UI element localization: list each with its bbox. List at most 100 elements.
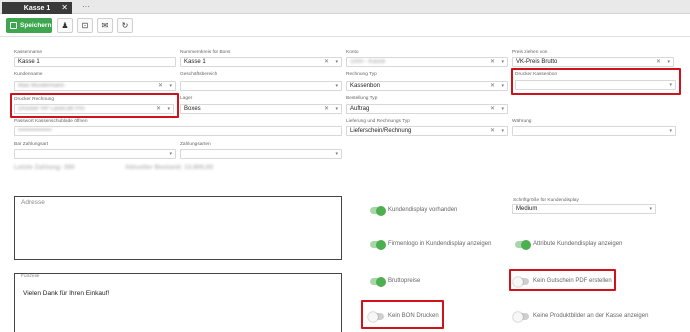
nummernkreis-select[interactable]: Kasse 1 ✕ ▾ [180, 57, 342, 67]
fusszeile-text: Vielen Dank für Ihren Einkauf! [23, 290, 110, 297]
clear-icon[interactable]: ✕ [324, 58, 329, 66]
toggle-knob [513, 311, 523, 322]
rechnung-typ-select[interactable]: Kassenbon ✕ ▾ [346, 81, 508, 91]
rechnung-typ-label: Rechnung Typ [346, 72, 377, 77]
lager-value: Boxes [184, 106, 201, 112]
highlight-drucker-kassenbon [511, 68, 681, 95]
zahlungsarten-select[interactable]: ▾ [180, 149, 342, 159]
rechnung-typ-value: Kassenbon [350, 83, 381, 89]
kassenname-input[interactable]: Kasse 1 [14, 57, 176, 67]
bruttopreise-toggle[interactable] [370, 276, 386, 287]
nummernkreis-value: Kasse 1 [184, 59, 206, 65]
kassenname-value: Kasse 1 [18, 59, 40, 65]
vk-preis-label: Preis ziehen von [512, 50, 548, 55]
kundenname-label: Kundenname [14, 72, 43, 77]
bestellung-typ-label: Bestellung Typ [346, 96, 378, 101]
highlight-bon [361, 300, 444, 329]
current-stock-text: Aktueller Bestand: 13.800,00 [125, 164, 214, 171]
chevron-down-icon[interactable]: ▾ [501, 82, 504, 90]
tab-kasse-1[interactable]: Kasse 1 ✕ [2, 2, 72, 14]
lieferung-label: Lieferung und Rechnungs Typ [346, 119, 410, 124]
vk-preis-value: VK-Preis Brutto [516, 59, 558, 65]
clear-icon[interactable]: ✕ [490, 82, 495, 90]
geschaeftsbereich-select[interactable]: ▾ [180, 81, 342, 91]
bruttopreise-label: Bruttopreise [388, 278, 421, 284]
fusszeile-textarea[interactable]: Fußzeile Vielen Dank für Ihren Einkauf! [14, 273, 342, 332]
toggle-knob [376, 205, 386, 216]
mail-icon[interactable]: ✉ [97, 18, 113, 33]
refresh-icon[interactable]: ↻ [117, 18, 133, 33]
chevron-down-icon[interactable]: ▾ [169, 150, 172, 158]
lieferung-value: Lieferschein/Rechnung [350, 128, 412, 134]
waehrung-label: Währung [512, 119, 532, 124]
passwort-value: •••••••••••••••• [18, 128, 52, 134]
tab-bar: Kasse 1 ✕ ··· [0, 0, 690, 14]
produktbilder-label: Keine Produktbilder an der Kasse anzeige… [533, 313, 649, 319]
attribute-toggle[interactable] [515, 239, 531, 250]
toggle-knob [376, 239, 386, 250]
chevron-down-icon[interactable]: ▾ [335, 58, 338, 66]
kundendisplay-label: Kundendisplay vorhanden [388, 207, 458, 213]
chevron-down-icon[interactable]: ▾ [649, 205, 652, 213]
more-tabs-button[interactable]: ··· [78, 2, 94, 14]
bestellung-typ-value: Auftrag [350, 106, 370, 112]
clear-icon[interactable]: ✕ [158, 82, 163, 90]
zahlungsarten-label: Zahlungsarten [180, 142, 211, 147]
chevron-down-icon[interactable]: ▾ [335, 150, 338, 158]
chevron-down-icon[interactable]: ▾ [501, 105, 504, 113]
lieferung-select[interactable]: Lieferschein/Rechnung ✕ ▾ [346, 126, 508, 136]
save-icon [10, 22, 17, 29]
bestellung-typ-select[interactable]: Auftrag ✕ ▾ [346, 104, 508, 114]
waehrung-select[interactable]: ▾ [512, 126, 676, 136]
konto-label: Konto [346, 50, 359, 55]
kundendisplay-toggle[interactable] [370, 205, 386, 216]
chevron-down-icon[interactable]: ▾ [169, 82, 172, 90]
geschaeftsbereich-label: Geschäftsbereich [180, 72, 218, 77]
clear-icon[interactable]: ✕ [324, 105, 329, 113]
chevron-down-icon[interactable]: ▾ [501, 58, 504, 66]
lager-select[interactable]: Boxes ✕ ▾ [180, 104, 342, 114]
firmenlogo-label: Firmenlogo in Kundendisplay anzeigen [388, 241, 492, 247]
schriftgroesse-value: Medium [516, 206, 538, 212]
firmenlogo-toggle[interactable] [370, 239, 386, 250]
kundenname-value: Max Mustermann [18, 83, 65, 89]
save-button[interactable]: Speichern [6, 18, 52, 33]
toolbar: Speichern ♟ ⊡ ✉ ↻ [0, 15, 690, 37]
chevron-down-icon[interactable]: ▾ [335, 82, 338, 90]
chevron-down-icon[interactable]: ▾ [667, 58, 670, 66]
kassenname-label: Kassenname [14, 50, 42, 55]
bar-zahlungsart-label: Bar Zahlungsart [14, 142, 49, 147]
vk-preis-select[interactable]: VK-Preis Brutto ✕ ▾ [512, 57, 674, 67]
schriftgroesse-select[interactable]: Medium ▾ [512, 204, 656, 214]
highlight-gutschein [509, 269, 616, 291]
nummernkreis-label: Nummernkreis für Bons [180, 50, 231, 55]
schriftgroesse-label: Schriftgröße für Kundendisplay [513, 198, 579, 203]
clear-icon[interactable]: ✕ [656, 58, 661, 66]
register-icon[interactable]: ⊡ [77, 18, 93, 33]
chevron-down-icon[interactable]: ▾ [669, 127, 672, 135]
toggle-knob [521, 239, 531, 250]
produktbilder-toggle[interactable] [513, 311, 529, 322]
cashier-icon[interactable]: ♟ [57, 18, 73, 33]
save-label: Speichern [20, 22, 52, 29]
tab-label: Kasse 1 [23, 4, 51, 12]
adresse-label: Adresse [21, 199, 45, 206]
close-icon[interactable]: ✕ [61, 3, 68, 12]
lager-label: Lager [180, 96, 193, 101]
clear-icon[interactable]: ✕ [490, 127, 495, 135]
clear-icon[interactable]: ✕ [490, 58, 495, 66]
bar-zahlungsart-select[interactable]: ▾ [14, 149, 176, 159]
last-payment-text: Letzte Zahlung: 300 [14, 164, 75, 171]
konto-value: 1000 - Kasse [350, 59, 386, 65]
highlight-drucker-rechnung [10, 93, 179, 118]
clear-icon[interactable]: ✕ [490, 105, 495, 113]
chevron-down-icon[interactable]: ▾ [335, 105, 338, 113]
konto-select[interactable]: 1000 - Kasse ✕ ▾ [346, 57, 508, 67]
attribute-label: Attribute Kundendisplay anzeigen [533, 241, 623, 247]
kundenname-select[interactable]: Max Mustermann ✕ ▾ [14, 81, 176, 91]
chevron-down-icon[interactable]: ▾ [501, 127, 504, 135]
passwort-input[interactable]: •••••••••••••••• [14, 126, 342, 136]
passwort-label: Passwort Kassenschublade öffnen [14, 119, 88, 124]
fusszeile-label: Fußzeile [21, 274, 40, 279]
adresse-textarea[interactable]: Adresse [14, 196, 342, 260]
